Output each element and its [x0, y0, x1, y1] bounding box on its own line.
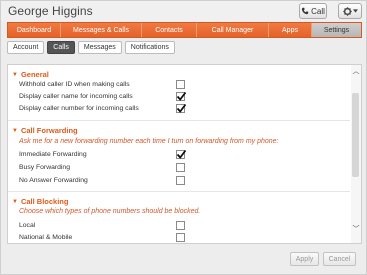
tab-calls[interactable]: Calls: [47, 41, 75, 54]
row-withhold-caller-id: Withhold caller ID when making calls: [19, 80, 185, 92]
row-display-caller-name: Display caller name for incoming calls: [19, 91, 187, 104]
scroll-down-chevron-icon[interactable]: ﹀: [351, 225, 361, 235]
row-label: Local: [19, 222, 36, 229]
nav-messages-calls[interactable]: Messages & Calls: [61, 23, 142, 37]
row-label: No Answer Forwarding: [19, 177, 88, 184]
cancel-button[interactable]: Cancel: [323, 252, 356, 266]
withhold-caller-id-checkbox[interactable]: [176, 80, 185, 89]
gear-icon: [342, 6, 352, 16]
row-immediate-forwarding: Immediate Forwarding: [19, 149, 187, 162]
row-label: National & Mobile: [19, 234, 73, 241]
row-label: Display caller number for incoming calls: [19, 105, 139, 112]
apply-button[interactable]: Apply: [290, 252, 319, 266]
window-title: George Higgins: [8, 4, 93, 18]
vertical-scrollbar[interactable]: ︿ ﹀: [351, 65, 361, 243]
settings-subtabs: Account Calls Messages Notifications: [7, 41, 175, 56]
settings-scroll-area: ▼ General Withhold caller ID when making…: [8, 65, 350, 243]
no-answer-forwarding-checkbox[interactable]: [176, 176, 185, 185]
section-general-header[interactable]: ▼ General: [12, 70, 49, 79]
row-block-national-mobile: National & Mobile: [19, 233, 185, 243]
busy-forwarding-checkbox[interactable]: [176, 163, 185, 172]
section-blocking-title: Call Blocking: [20, 197, 69, 206]
title-bar: George Higgins Call: [1, 1, 366, 21]
section-divider: [8, 120, 350, 121]
display-caller-number-checkbox[interactable]: [176, 103, 187, 113]
call-button[interactable]: Call: [299, 3, 327, 19]
section-forwarding-title: Call Forwarding: [20, 126, 78, 135]
settings-menu-button[interactable]: [338, 3, 362, 19]
nav-contacts[interactable]: Contacts: [142, 23, 197, 37]
row-display-caller-number: Display caller number for incoming calls: [19, 103, 187, 116]
scrollbar-thumb[interactable]: [352, 93, 359, 177]
row-label: Display caller name for incoming calls: [19, 93, 133, 100]
section-forwarding-header[interactable]: ▼ Call Forwarding: [12, 126, 78, 135]
nav-call-manager[interactable]: Call Manager: [197, 23, 269, 37]
main-navigation: Dashboard Messages & Calls Contacts Call…: [7, 22, 362, 38]
immediate-forwarding-checkbox[interactable]: [176, 149, 187, 159]
section-blocking-header[interactable]: ▼ Call Blocking: [12, 197, 68, 206]
blocking-hint: Choose which types of phone numbers shou…: [19, 208, 201, 215]
row-busy-forwarding: Busy Forwarding: [19, 163, 185, 175]
checkmark-icon: [176, 149, 187, 159]
scroll-up-chevron-icon[interactable]: ︿: [351, 67, 361, 77]
block-local-checkbox[interactable]: [176, 221, 185, 230]
collapse-triangle-icon: ▼: [12, 127, 18, 134]
collapse-triangle-icon: ▼: [12, 198, 18, 205]
nav-settings[interactable]: Settings: [312, 23, 361, 37]
row-label: Immediate Forwarding: [19, 151, 87, 158]
row-block-local: Local: [19, 221, 185, 233]
row-label: Busy Forwarding: [19, 164, 70, 171]
call-button-label: Call: [311, 6, 325, 16]
tab-account[interactable]: Account: [7, 41, 45, 54]
row-label: Withhold caller ID when making calls: [19, 81, 130, 88]
section-general-title: General: [20, 70, 49, 79]
settings-panel: ▼ General Withhold caller ID when making…: [7, 64, 362, 244]
row-no-answer-forwarding: No Answer Forwarding: [19, 176, 185, 188]
app-window: George Higgins Call Dashboard Messages &…: [0, 0, 367, 275]
display-caller-name-checkbox[interactable]: [176, 91, 187, 101]
checkmark-icon: [176, 103, 187, 113]
tab-messages[interactable]: Messages: [77, 41, 122, 54]
forwarding-hint: Ask me for a new forwarding number each …: [19, 138, 279, 145]
phone-icon: [301, 7, 309, 15]
nav-apps[interactable]: Apps: [269, 23, 312, 37]
block-national-mobile-checkbox[interactable]: [176, 233, 185, 242]
checkmark-icon: [176, 91, 187, 101]
section-divider: [8, 191, 350, 192]
tab-notifications[interactable]: Notifications: [124, 41, 175, 54]
collapse-triangle-icon: ▼: [12, 71, 18, 78]
chevron-down-icon: [352, 9, 358, 13]
nav-dashboard[interactable]: Dashboard: [8, 23, 61, 37]
